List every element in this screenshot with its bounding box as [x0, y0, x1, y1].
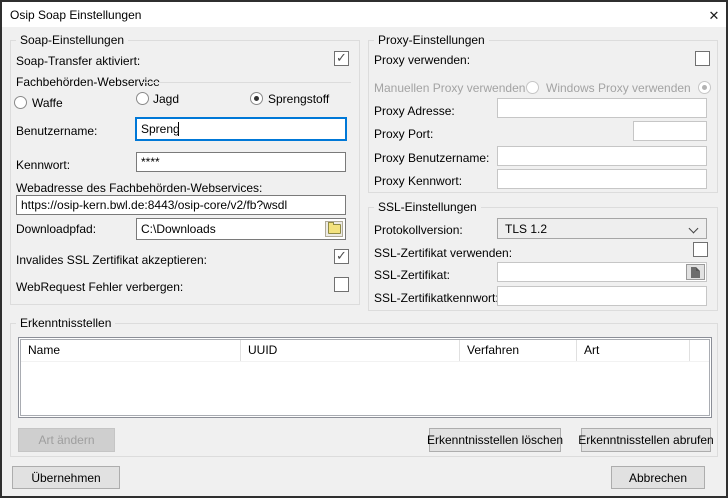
proxy-password-input[interactable]	[497, 169, 707, 189]
window-title: Osip Soap Einstellungen	[10, 8, 141, 22]
proxy-password-label: Proxy Kennwort:	[374, 174, 462, 188]
radio-waffe[interactable]	[14, 96, 27, 109]
webservice-header-label: Fachbehörden-Webservice	[16, 75, 160, 89]
soap-group-label: Soap-Einstellungen	[16, 33, 128, 47]
cert-input[interactable]	[497, 262, 707, 282]
cert-password-input[interactable]	[497, 286, 707, 306]
radio-jagd[interactable]	[136, 92, 149, 105]
proxy-group-label: Proxy-Einstellungen	[374, 33, 489, 47]
radio-waffe-label: Waffe	[32, 96, 63, 110]
cert-password-label: SSL-Zertifikatkennwort:	[374, 291, 499, 305]
column-header-art[interactable]: Art	[577, 340, 690, 361]
protocol-label: Protokollversion:	[374, 223, 463, 237]
invalid-ssl-label: Invalides SSL Zertifikat akzeptieren:	[16, 253, 207, 267]
document-icon	[691, 267, 700, 278]
cert-label: SSL-Zertifikat:	[374, 268, 450, 282]
downloadpath-label: Downloadpfad:	[16, 222, 96, 236]
close-button[interactable]: ✕	[702, 5, 726, 27]
proxy-port-input[interactable]	[633, 121, 707, 141]
delete-erkenntnisstellen-button[interactable]: Erkenntnisstellen löschen	[429, 428, 561, 452]
webservice-url-label: Webadresse des Fachbehörden-Webservices:	[16, 181, 262, 195]
username-input[interactable]	[136, 118, 346, 140]
text-caret	[178, 122, 179, 136]
password-input[interactable]	[136, 152, 346, 172]
folder-icon	[328, 224, 341, 234]
protocol-dropdown[interactable]: TLS 1.2	[497, 218, 707, 239]
webservice-url-input[interactable]	[16, 195, 346, 215]
apply-button[interactable]: Übernehmen	[12, 466, 120, 489]
windows-proxy-label: Windows Proxy verwenden	[546, 81, 691, 95]
browse-cert-button[interactable]	[686, 264, 705, 280]
proxy-username-label: Proxy Benutzername:	[374, 151, 489, 165]
osip-soap-settings-dialog: Osip Soap Einstellungen ✕ Soap-Einstellu…	[0, 0, 728, 498]
cancel-button[interactable]: Abbrechen	[611, 466, 705, 489]
downloadpath-input[interactable]	[136, 218, 346, 240]
proxy-use-checkbox[interactable]	[695, 51, 710, 66]
proxy-use-label: Proxy verwenden:	[374, 53, 470, 67]
chevron-down-icon	[689, 224, 699, 234]
table-header-row: Name UUID Verfahren Art	[21, 340, 709, 362]
invalid-ssl-checkbox[interactable]	[334, 249, 349, 264]
protocol-value: TLS 1.2	[505, 222, 547, 236]
proxy-port-label: Proxy Port:	[374, 127, 433, 141]
fetch-erkenntnisstellen-button[interactable]: Erkenntnisstellen abrufen	[581, 428, 711, 452]
use-cert-checkbox[interactable]	[693, 242, 708, 257]
change-art-button: Art ändern	[18, 428, 115, 452]
webservice-header-line	[142, 82, 351, 83]
browse-folder-button[interactable]	[325, 221, 343, 237]
erkenntnisstellen-table: Name UUID Verfahren Art	[18, 337, 712, 418]
password-label: Kennwort:	[16, 158, 70, 172]
radio-jagd-label: Jagd	[153, 92, 179, 106]
use-cert-label: SSL-Zertifikat verwenden:	[374, 246, 512, 260]
close-icon: ✕	[709, 8, 720, 24]
proxy-address-label: Proxy Adresse:	[374, 104, 455, 118]
title-bar: Osip Soap Einstellungen ✕	[2, 2, 726, 27]
windows-proxy-radio	[698, 81, 711, 94]
manual-proxy-radio	[526, 81, 539, 94]
ssl-group-label: SSL-Einstellungen	[374, 200, 481, 214]
radio-sprengstoff[interactable]	[250, 92, 263, 105]
soap-transfer-checkbox[interactable]	[334, 51, 349, 66]
proxy-address-input[interactable]	[497, 98, 707, 118]
webrequest-label: WebRequest Fehler verbergen:	[16, 280, 183, 294]
table-body[interactable]	[21, 362, 709, 415]
username-label: Benutzername:	[16, 124, 97, 138]
column-header-verfahren[interactable]: Verfahren	[460, 340, 577, 361]
column-header-name[interactable]: Name	[21, 340, 241, 361]
radio-sprengstoff-label: Sprengstoff	[268, 92, 329, 106]
column-header-filler	[690, 340, 709, 361]
webrequest-checkbox[interactable]	[334, 277, 349, 292]
erkenntnisstellen-group-label: Erkenntnisstellen	[16, 316, 115, 330]
soap-transfer-label: Soap-Transfer aktiviert:	[16, 54, 140, 68]
manual-proxy-label: Manuellen Proxy verwenden	[374, 81, 525, 95]
column-header-uuid[interactable]: UUID	[241, 340, 460, 361]
proxy-username-input[interactable]	[497, 146, 707, 166]
